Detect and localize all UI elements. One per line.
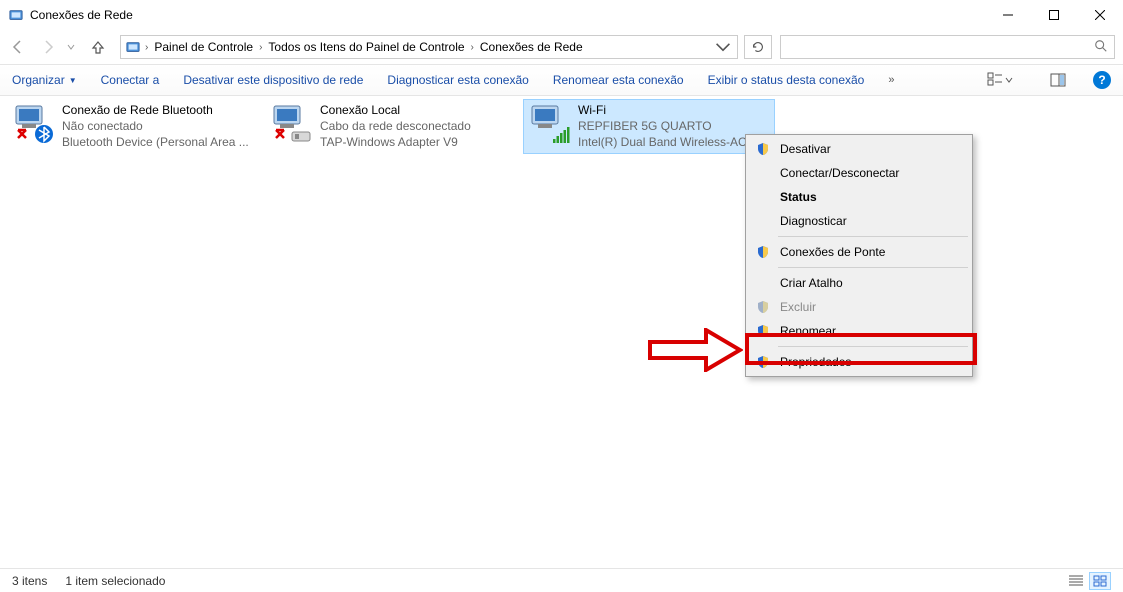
maximize-button[interactable] bbox=[1031, 0, 1077, 30]
control-panel-icon bbox=[8, 7, 24, 23]
ctx-status[interactable]: Status bbox=[748, 185, 970, 209]
history-dropdown[interactable] bbox=[64, 43, 78, 51]
preview-pane-button[interactable] bbox=[1047, 69, 1069, 91]
shield-icon bbox=[756, 300, 770, 314]
breadcrumb-leaf[interactable]: Conexões de Rede bbox=[476, 40, 587, 54]
connection-name: Conexão de Rede Bluetooth bbox=[62, 102, 249, 118]
minimize-button[interactable] bbox=[985, 0, 1031, 30]
connection-device: Intel(R) Dual Band Wireless-AC 31... bbox=[578, 134, 770, 150]
content-area: Conexão de Rede Bluetooth Não conectado … bbox=[0, 96, 1123, 568]
organize-menu[interactable]: Organizar▼ bbox=[12, 73, 77, 87]
rename-connection-button[interactable]: Renomear esta conexão bbox=[553, 73, 684, 87]
bluetooth-adapter-icon bbox=[12, 102, 56, 146]
up-button[interactable] bbox=[84, 33, 112, 61]
titlebar: Conexões de Rede bbox=[0, 0, 1123, 30]
connection-item-wifi[interactable]: Wi-Fi REPFIBER 5G QUARTO Intel(R) Dual B… bbox=[524, 100, 774, 153]
wifi-adapter-icon bbox=[528, 102, 572, 146]
connection-device: TAP-Windows Adapter V9 bbox=[320, 134, 471, 150]
connection-status: Cabo da rede desconectado bbox=[320, 118, 471, 134]
breadcrumb-root[interactable]: Painel de Controle bbox=[150, 40, 257, 54]
large-icons-view-button[interactable] bbox=[1089, 572, 1111, 590]
context-menu: Desativar Conectar/Desconectar Status Di… bbox=[745, 134, 973, 377]
address-bar[interactable]: › Painel de Controle › Todos os Itens do… bbox=[120, 35, 738, 59]
diagnose-button[interactable]: Diagnosticar esta conexão bbox=[387, 73, 528, 87]
shield-icon bbox=[756, 245, 770, 259]
close-button[interactable] bbox=[1077, 0, 1123, 30]
breadcrumb-sep-icon: › bbox=[469, 42, 476, 53]
ctx-separator bbox=[778, 236, 968, 237]
refresh-button[interactable] bbox=[744, 35, 772, 59]
status-bar: 3 itens 1 item selecionado bbox=[0, 568, 1123, 592]
ctx-properties[interactable]: Propriedades bbox=[748, 350, 970, 374]
connection-name: Conexão Local bbox=[320, 102, 471, 118]
shield-icon bbox=[756, 142, 770, 156]
ctx-separator bbox=[778, 267, 968, 268]
ctx-bridge[interactable]: Conexões de Ponte bbox=[748, 240, 970, 264]
details-view-button[interactable] bbox=[1065, 572, 1087, 590]
address-dropdown[interactable] bbox=[711, 36, 735, 58]
search-icon bbox=[1094, 39, 1108, 56]
view-options-button[interactable] bbox=[987, 69, 1023, 91]
connection-item-local[interactable]: Conexão Local Cabo da rede desconectado … bbox=[266, 100, 516, 153]
navigation-bar: › Painel de Controle › Todos os Itens do… bbox=[0, 30, 1123, 64]
window-title: Conexões de Rede bbox=[30, 8, 985, 22]
connection-status: Não conectado bbox=[62, 118, 249, 134]
status-selected-count: 1 item selecionado bbox=[65, 574, 165, 588]
ctx-separator bbox=[778, 346, 968, 347]
overflow-button[interactable]: » bbox=[888, 74, 894, 86]
window-buttons bbox=[985, 0, 1123, 30]
search-input[interactable] bbox=[780, 35, 1115, 59]
show-status-button[interactable]: Exibir o status desta conexão bbox=[708, 73, 865, 87]
ctx-diagnose[interactable]: Diagnosticar bbox=[748, 209, 970, 233]
status-item-count: 3 itens bbox=[12, 574, 47, 588]
ethernet-adapter-icon bbox=[270, 102, 314, 146]
location-icon bbox=[123, 40, 143, 54]
disable-device-button[interactable]: Desativar este dispositivo de rede bbox=[183, 73, 363, 87]
ctx-connect-disconnect[interactable]: Conectar/Desconectar bbox=[748, 161, 970, 185]
ctx-rename[interactable]: Renomear bbox=[748, 319, 970, 343]
breadcrumb-mid[interactable]: Todos os Itens do Painel de Controle bbox=[264, 40, 468, 54]
annotation-arrow-icon bbox=[648, 328, 743, 375]
connect-to-button[interactable]: Conectar a bbox=[101, 73, 160, 87]
shield-icon bbox=[756, 355, 770, 369]
forward-button[interactable] bbox=[34, 33, 62, 61]
ctx-disable[interactable]: Desativar bbox=[748, 137, 970, 161]
ctx-delete: Excluir bbox=[748, 295, 970, 319]
command-bar: Organizar▼ Conectar a Desativar este dis… bbox=[0, 64, 1123, 96]
connection-device: Bluetooth Device (Personal Area ... bbox=[62, 134, 249, 150]
breadcrumb-sep-icon: › bbox=[257, 42, 264, 53]
help-button[interactable]: ? bbox=[1093, 71, 1111, 89]
ctx-shortcut[interactable]: Criar Atalho bbox=[748, 271, 970, 295]
connection-status: REPFIBER 5G QUARTO bbox=[578, 118, 770, 134]
connection-item-bluetooth[interactable]: Conexão de Rede Bluetooth Não conectado … bbox=[8, 100, 258, 153]
shield-icon bbox=[756, 324, 770, 338]
back-button[interactable] bbox=[4, 33, 32, 61]
connection-name: Wi-Fi bbox=[578, 102, 770, 118]
breadcrumb-sep-icon: › bbox=[143, 42, 150, 53]
